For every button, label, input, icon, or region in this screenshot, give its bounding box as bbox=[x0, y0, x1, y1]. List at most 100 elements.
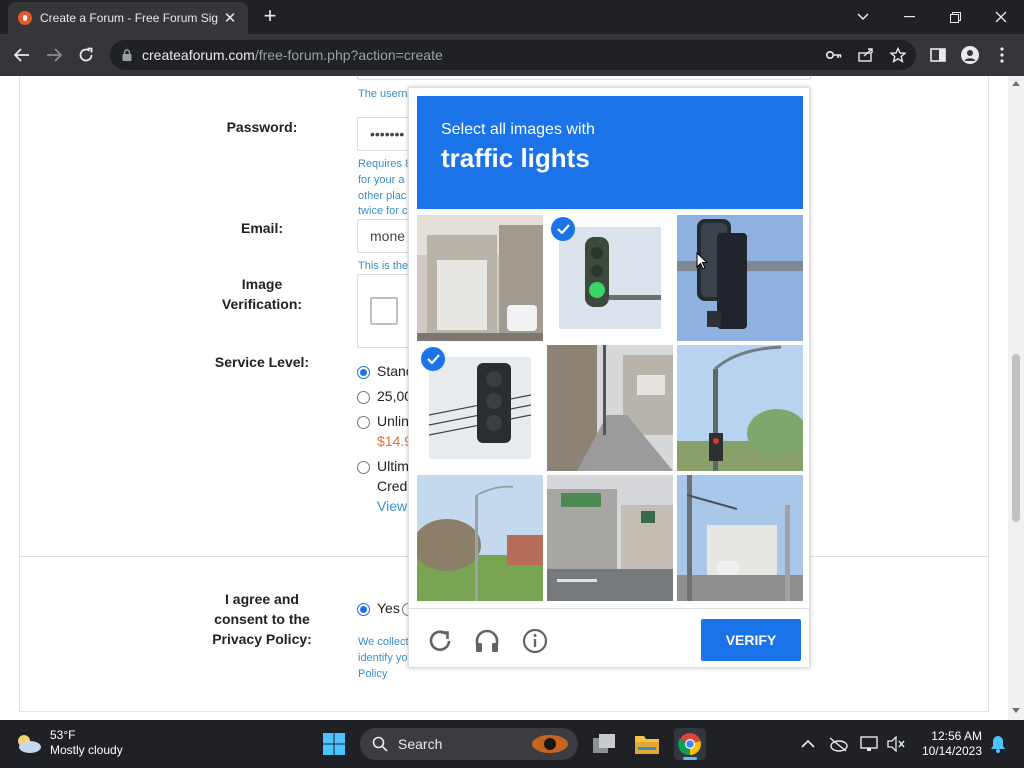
password-value: ••••••• bbox=[370, 126, 405, 142]
reload-challenge-icon[interactable] bbox=[427, 628, 453, 654]
captcha-challenge: Select all images with traffic lights VE… bbox=[408, 87, 810, 668]
tab-title: Create a Forum - Free Forum Sig bbox=[40, 11, 219, 25]
username-input-bottom[interactable] bbox=[357, 76, 811, 80]
captcha-tile-8[interactable] bbox=[547, 475, 673, 601]
browser-tab[interactable]: Create a Forum - Free Forum Sig ✕ bbox=[8, 2, 248, 34]
service-option-ultimate: Ultim bbox=[377, 458, 409, 474]
restore-icon[interactable] bbox=[932, 0, 978, 34]
privacy-hint-2: identify yo bbox=[358, 652, 408, 664]
password-hint-3: other plac bbox=[358, 190, 407, 202]
image-verification-label-1: Image bbox=[241, 276, 283, 292]
taskbar-search[interactable]: Search bbox=[360, 728, 578, 760]
site-favicon-icon bbox=[18, 11, 32, 25]
service-option-25000: 25,00 bbox=[377, 388, 413, 404]
volume-muted-icon[interactable] bbox=[880, 728, 912, 760]
service-option-unlimited: Unlin bbox=[377, 413, 409, 429]
weather-widget[interactable]: 53°F Mostly cloudy bbox=[14, 728, 123, 758]
captcha-target: traffic lights bbox=[441, 143, 590, 173]
email-hint: This is the bbox=[358, 260, 409, 272]
privacy-hint-3: Policy bbox=[358, 668, 388, 680]
cloud-moon-icon bbox=[18, 735, 41, 753]
address-bar[interactable]: createaforum.com/free-forum.php?action=c… bbox=[110, 40, 916, 70]
privacy-yes-radio[interactable] bbox=[357, 603, 370, 616]
search-icon bbox=[372, 736, 388, 752]
minimize-icon[interactable] bbox=[886, 0, 932, 34]
scrollbar-thumb[interactable] bbox=[1012, 354, 1020, 522]
email-label: Email: bbox=[240, 220, 283, 236]
captcha-tile-3[interactable] bbox=[677, 215, 803, 341]
new-tab-icon[interactable]: + bbox=[258, 5, 282, 29]
service-radio-25000[interactable] bbox=[357, 391, 370, 404]
password-hint-4: twice for c bbox=[358, 205, 408, 217]
scroll-down-icon[interactable] bbox=[1012, 708, 1020, 714]
privacy-label-2: consent to the bbox=[214, 611, 310, 627]
service-radio-ultimate[interactable] bbox=[357, 461, 370, 474]
captcha-tile-4[interactable] bbox=[417, 345, 543, 471]
browser-menu-icon[interactable] bbox=[988, 42, 1016, 68]
password-hint-1: Requires 8 bbox=[358, 158, 412, 170]
show-hidden-icons-icon[interactable] bbox=[792, 728, 824, 760]
mouse-cursor-icon bbox=[696, 252, 708, 270]
tab-search-icon[interactable] bbox=[840, 0, 886, 34]
profile-icon[interactable] bbox=[956, 42, 984, 68]
selected-check-icon bbox=[551, 217, 575, 241]
temperature: 53°F bbox=[50, 728, 76, 742]
image-verification-label-2: Verification: bbox=[221, 296, 303, 312]
clock-date: 10/14/2023 bbox=[921, 744, 982, 758]
forward-icon[interactable] bbox=[40, 42, 68, 68]
reload-icon[interactable] bbox=[72, 42, 100, 68]
back-icon[interactable] bbox=[8, 42, 36, 68]
info-icon[interactable] bbox=[522, 628, 548, 654]
privacy-label-3: Privacy Policy: bbox=[212, 631, 312, 647]
recaptcha-checkbox[interactable] bbox=[370, 297, 398, 325]
captcha-tile-6[interactable] bbox=[677, 345, 803, 471]
service-radio-unlimited[interactable] bbox=[357, 416, 370, 429]
captcha-tile-1[interactable] bbox=[417, 215, 543, 341]
email-value: mone bbox=[370, 228, 406, 244]
captcha-tile-5[interactable] bbox=[547, 345, 673, 471]
captcha-tile-2[interactable] bbox=[547, 215, 673, 341]
url-path: /free-forum.php?action=create bbox=[254, 47, 443, 63]
windows-taskbar: 53°F Mostly cloudy Search 12:56 AM 10/14… bbox=[0, 720, 1024, 768]
password-hint-2: for your a bbox=[358, 174, 405, 186]
side-panel-icon[interactable] bbox=[924, 42, 952, 68]
captcha-header: Select all images with traffic lights bbox=[417, 96, 803, 209]
share-icon[interactable] bbox=[852, 42, 880, 68]
service-price: $14.9 bbox=[377, 433, 413, 449]
windows-start-icon[interactable] bbox=[318, 728, 350, 760]
search-label: Search bbox=[398, 736, 443, 752]
system-clock[interactable]: 12:56 AM 10/14/2023 bbox=[918, 729, 982, 759]
verify-button[interactable]: VERIFY bbox=[701, 619, 801, 661]
service-cred-text: Cred bbox=[377, 478, 408, 494]
screen: Create a Forum - Free Forum Sig ✕ + crea… bbox=[0, 0, 1024, 768]
browser-toolbar: createaforum.com/free-forum.php?action=c… bbox=[0, 34, 1024, 76]
bookmark-star-icon[interactable] bbox=[884, 42, 912, 68]
username-hint: The usern bbox=[358, 88, 408, 100]
onedrive-off-icon[interactable] bbox=[822, 728, 854, 760]
notifications-bell-icon[interactable] bbox=[982, 728, 1014, 760]
url-host: createaforum.com bbox=[142, 47, 255, 63]
privacy-yes-label: Yes bbox=[377, 600, 400, 616]
captcha-footer: VERIFY bbox=[409, 608, 809, 668]
clock-time: 12:56 AM bbox=[931, 729, 982, 743]
captcha-instruction: Select all images with bbox=[441, 121, 595, 138]
tab-close-icon[interactable]: ✕ bbox=[222, 9, 238, 27]
service-level-label: Service Level: bbox=[214, 354, 310, 370]
close-window-icon[interactable] bbox=[978, 0, 1024, 34]
task-view-icon[interactable] bbox=[588, 728, 620, 760]
password-label: Password: bbox=[226, 119, 298, 135]
captcha-tile-9[interactable] bbox=[677, 475, 803, 601]
lock-icon bbox=[122, 49, 132, 61]
search-highlight-icon bbox=[532, 735, 568, 753]
captcha-tile-7[interactable] bbox=[417, 475, 543, 601]
file-explorer-icon[interactable] bbox=[631, 728, 663, 760]
audio-challenge-icon[interactable] bbox=[474, 628, 500, 654]
selected-check-icon bbox=[421, 347, 445, 371]
browser-titlebar: Create a Forum - Free Forum Sig ✕ + bbox=[0, 0, 1024, 34]
service-view-link[interactable]: View bbox=[377, 498, 407, 514]
page-scrollbar[interactable] bbox=[1008, 76, 1024, 720]
chrome-taskbar-icon[interactable] bbox=[674, 728, 706, 760]
key-icon[interactable] bbox=[820, 42, 848, 68]
scroll-up-icon[interactable] bbox=[1012, 80, 1020, 86]
service-radio-standard[interactable] bbox=[357, 366, 370, 379]
